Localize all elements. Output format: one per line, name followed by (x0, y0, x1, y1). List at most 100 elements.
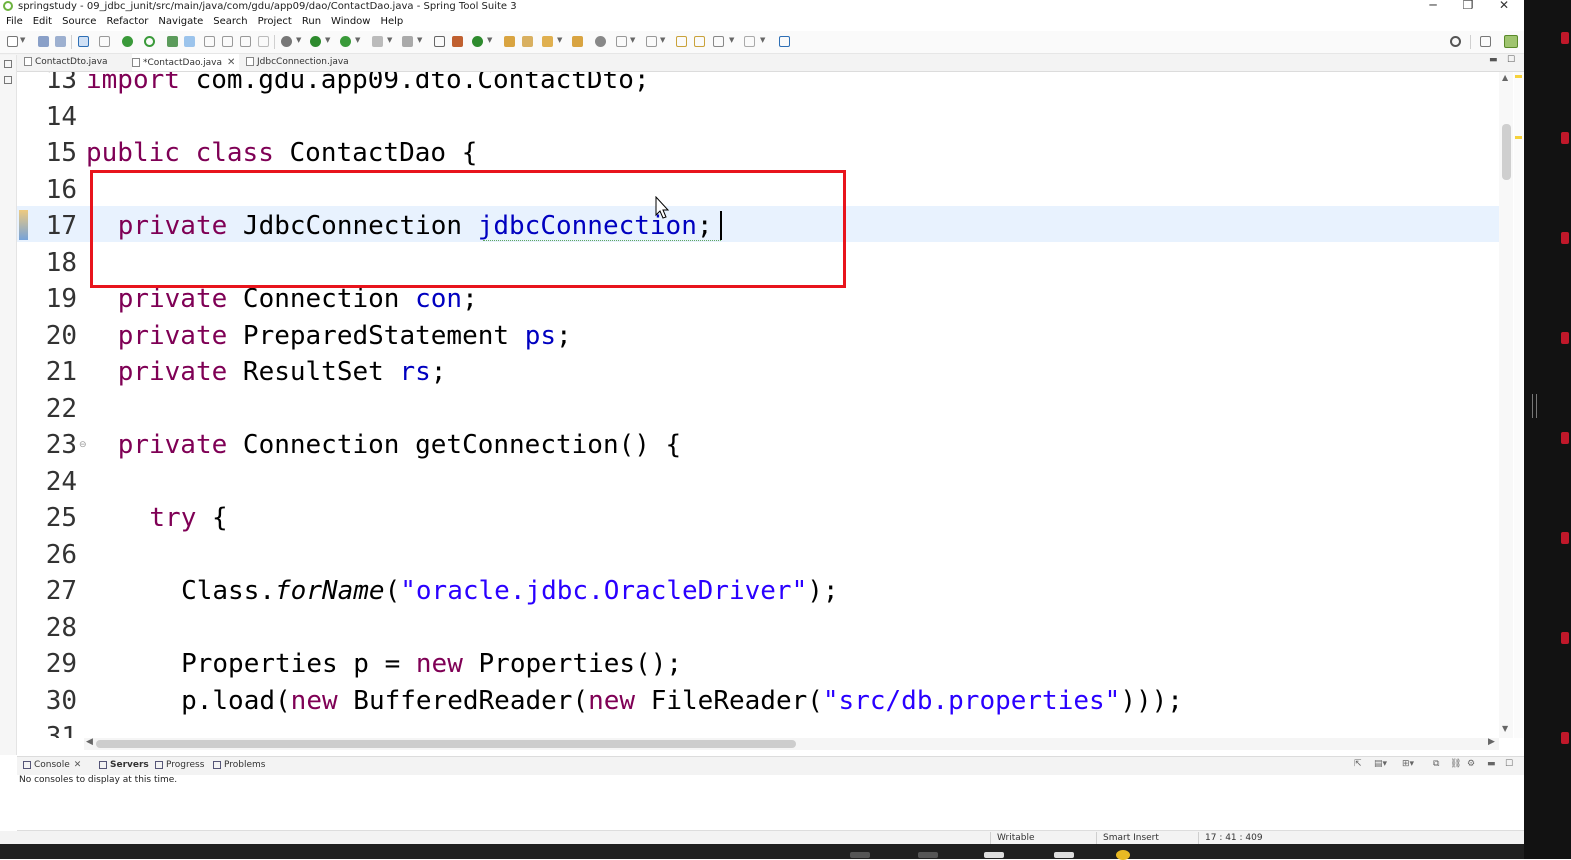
overview-warning-mark[interactable] (1515, 136, 1522, 139)
search-dropdown-icon[interactable]: ▼ (557, 36, 562, 44)
resize-handle-icon[interactable] (1532, 394, 1537, 418)
code-line[interactable]: 19 private Connection con; (17, 281, 478, 317)
code-line[interactable]: 31 (17, 719, 77, 738)
menu-run[interactable]: Run (302, 14, 321, 30)
prev-annotation-dropdown-icon[interactable]: ▼ (660, 36, 665, 44)
fold-collapse-icon[interactable]: ⊖ (79, 440, 87, 450)
run-external-icon[interactable] (340, 36, 351, 47)
code-line[interactable]: 27 Class.forName("oracle.jdbc.OracleDrive… (17, 573, 839, 609)
menu-help[interactable]: Help (380, 14, 403, 30)
tab-servers[interactable]: Servers (99, 757, 149, 775)
globe-icon[interactable] (595, 36, 606, 47)
toggle-whitespace-icon[interactable] (222, 36, 233, 47)
open-perspective-icon[interactable] (1480, 36, 1491, 47)
refresh-icon[interactable] (144, 36, 155, 47)
new-file-icon[interactable] (7, 36, 18, 47)
code-line[interactable]: 29 Properties p = new Properties(); (17, 646, 682, 682)
menu-edit[interactable]: Edit (33, 14, 52, 30)
tab-contactdto[interactable]: ContactDto.java (24, 54, 108, 71)
taskbar-app-icon[interactable] (918, 852, 938, 858)
link-icon[interactable]: ⛓ (1450, 759, 1461, 769)
run-icon[interactable] (310, 36, 321, 47)
new-package-icon[interactable] (452, 36, 463, 47)
save-all-icon[interactable] (55, 36, 66, 47)
debug-dropdown-icon[interactable]: ▼ (296, 36, 301, 44)
taskbar-app-icon[interactable] (984, 852, 1004, 858)
menu-source[interactable]: Source (62, 14, 96, 30)
vertical-scroll-thumb[interactable] (1502, 124, 1511, 180)
overview-ruler[interactable] (1514, 72, 1523, 738)
restore-view-icon[interactable] (4, 60, 12, 68)
save-icon[interactable] (38, 36, 49, 47)
new-java-project-icon[interactable] (434, 36, 445, 47)
code-line[interactable]: 17 private JdbcConnection jdbcConnection; (17, 208, 713, 244)
spring-tool-icon[interactable] (167, 36, 178, 47)
menu-project[interactable]: Project (258, 14, 292, 30)
code-line[interactable]: 22 (17, 391, 77, 427)
code-line[interactable]: 30 p.load(new BufferedReader(new FileRead… (17, 683, 1183, 719)
tab-problems[interactable]: Problems (213, 757, 265, 775)
menu-file[interactable]: File (6, 14, 23, 30)
debug-icon[interactable] (281, 36, 292, 47)
overview-warning-mark[interactable] (1515, 75, 1522, 78)
tab-progress[interactable]: Progress (155, 757, 204, 775)
toggle-mark-icon[interactable] (184, 36, 195, 47)
tab-jdbcconnection[interactable]: JdbcConnection.java (246, 54, 349, 71)
minimize-panel-icon[interactable]: ▬ (1487, 759, 1496, 769)
search-icon[interactable] (1450, 36, 1461, 47)
code-line[interactable]: 21 private ResultSet rs; (17, 354, 447, 390)
tab-contactdao[interactable]: *ContactDao.java ✕ (132, 54, 240, 71)
copy-icon[interactable]: ⧉ (1433, 759, 1439, 769)
maximize-editor-icon[interactable]: ☐ (1507, 55, 1515, 65)
coverage-icon[interactable] (402, 36, 413, 47)
close-console-icon[interactable]: ✕ (74, 760, 82, 770)
pin-editor-icon[interactable] (779, 36, 790, 47)
prev-annotation-icon[interactable] (646, 36, 657, 47)
open-task-icon[interactable] (522, 36, 533, 47)
code-line[interactable]: 18 (17, 245, 77, 281)
code-line[interactable]: 16 (17, 172, 77, 208)
menu-window[interactable]: Window (331, 14, 370, 30)
spring-perspective-icon[interactable] (1504, 35, 1518, 48)
minimize-button[interactable]: ─ (1423, 0, 1443, 12)
close-tab-icon[interactable]: ✕ (227, 57, 235, 68)
minimize-editor-icon[interactable]: ▬ (1489, 55, 1498, 65)
tab-console[interactable]: Console ✕ (23, 757, 81, 775)
run-dropdown-icon[interactable]: ▼ (325, 36, 330, 44)
code-line[interactable]: 26 (17, 537, 77, 573)
console-icon[interactable] (78, 36, 89, 47)
code-line[interactable]: 14 (17, 99, 77, 135)
horizontal-scrollbar[interactable]: ◀ ▶ (84, 737, 1499, 750)
scroll-up-icon[interactable]: ▲ (1502, 73, 1508, 82)
pin-console-icon[interactable]: ⇱ (1354, 759, 1362, 769)
code-line[interactable]: 23 private Connection getConnection() { (17, 427, 682, 463)
next-annotation-icon[interactable] (616, 36, 627, 47)
forward-icon[interactable] (744, 36, 755, 47)
scroll-left-icon[interactable]: ◀ (86, 737, 93, 747)
next-annotation-dropdown-icon[interactable]: ▼ (630, 36, 635, 44)
stop-dropdown-icon[interactable]: ▼ (387, 36, 392, 44)
settings-icon[interactable]: ⚙ (1467, 759, 1475, 769)
code-line[interactable]: 15 public class ContactDao { (17, 135, 478, 171)
start-server-icon[interactable] (122, 36, 133, 47)
menu-refactor[interactable]: Refactor (106, 14, 148, 30)
stop-icon[interactable] (372, 36, 383, 47)
code-line[interactable]: 13 import com.gdu.app09.dto.ContactDto; (17, 72, 650, 98)
vertical-scrollbar[interactable]: ▲ ▼ (1499, 72, 1513, 738)
taskbar-app-icon[interactable] (850, 852, 870, 858)
scroll-down-icon[interactable]: ▼ (1502, 724, 1508, 733)
taskbar-app-icon[interactable] (1054, 852, 1074, 858)
code-editor[interactable]: 13 import com.gdu.app09.dto.ContactDto; 14… (17, 72, 1499, 738)
last-edit-forward-icon[interactable] (694, 36, 705, 47)
menu-navigate[interactable]: Navigate (158, 14, 203, 30)
new-dropdown-icon[interactable]: ▼ (20, 36, 25, 44)
code-line[interactable]: 20 private PreparedStatement ps; (17, 318, 572, 354)
code-line[interactable]: 25 try { (17, 500, 228, 536)
display-console-icon[interactable]: ▤▾ (1374, 759, 1387, 769)
restore-button[interactable]: ❐ (1458, 0, 1478, 12)
paragraph-icon[interactable] (258, 36, 269, 47)
search-pencil-icon[interactable] (542, 36, 553, 47)
toggle-block-icon[interactable] (204, 36, 215, 47)
open-console-icon[interactable]: ⊞▾ (1402, 759, 1414, 769)
close-button[interactable]: ✕ (1494, 0, 1514, 12)
